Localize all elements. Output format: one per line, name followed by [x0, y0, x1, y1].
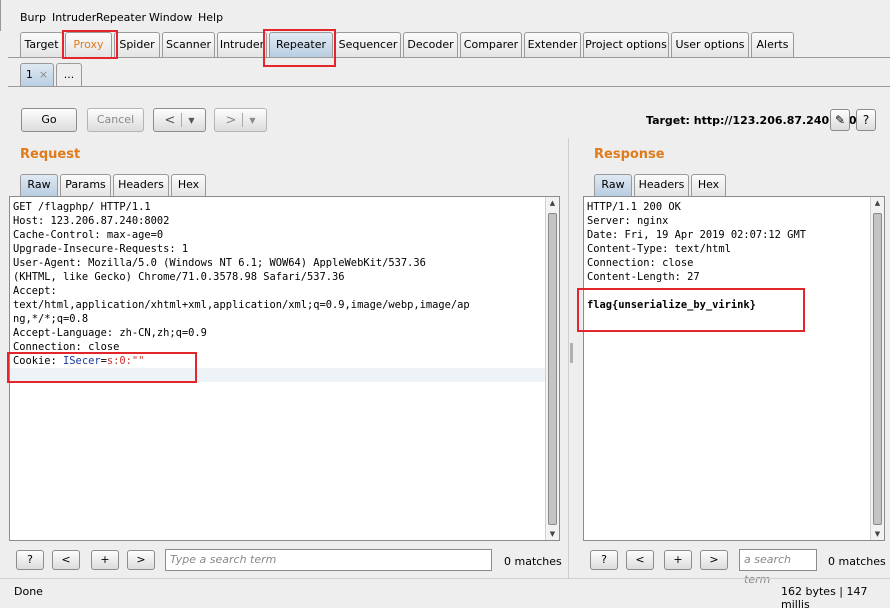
help-button[interactable]: ?	[856, 109, 876, 131]
cancel-button[interactable]: Cancel	[87, 108, 144, 132]
response-scrollbar[interactable]: ▲ ▼	[870, 197, 884, 540]
button-separator	[242, 113, 244, 127]
tab-decoder[interactable]: Decoder	[403, 32, 458, 57]
tab-alerts[interactable]: Alerts	[751, 32, 794, 57]
response-line: Connection: close	[587, 257, 694, 269]
dropdown-caret-icon: ▼	[188, 115, 195, 125]
request-line: Accept:	[13, 285, 57, 297]
tab-user-options[interactable]: User options	[671, 32, 749, 57]
request-title: Request	[20, 147, 81, 162]
menu-help[interactable]: Help	[198, 11, 223, 24]
dropdown-caret-icon: ▼	[249, 115, 256, 125]
panel-splitter[interactable]	[568, 138, 573, 578]
tab-divider	[8, 57, 890, 58]
back-button[interactable]: < ▼	[153, 108, 206, 132]
tab-scanner[interactable]: Scanner	[162, 32, 215, 57]
request-text: GET /flagphp/ HTTP/1.1 Host: 123.206.87.2…	[13, 200, 470, 368]
menu-repeater[interactable]: Repeater	[96, 11, 146, 24]
request-line: (KHTML, like Gecko) Chrome/71.0.3578.98 …	[13, 271, 345, 283]
response-search-next-button[interactable]: >	[700, 550, 728, 570]
subtab-divider	[8, 86, 890, 87]
menu-intruder[interactable]: Intruder	[52, 11, 96, 24]
response-line: HTTP/1.1 200 OK	[587, 201, 681, 213]
chevron-right-icon: >	[225, 112, 237, 128]
flag-highlight-box	[577, 288, 805, 332]
tab-intruder[interactable]: Intruder	[217, 32, 267, 57]
response-match-count: 0 matches	[828, 555, 886, 568]
tab-extender[interactable]: Extender	[524, 32, 581, 57]
request-search-next-button[interactable]: >	[127, 550, 155, 570]
response-line: Content-Length: 27	[587, 271, 700, 283]
tab-project-options[interactable]: Project options	[583, 32, 669, 57]
proxy-highlight-box	[62, 30, 118, 59]
forward-button[interactable]: > ▼	[214, 108, 267, 132]
request-line: text/html,application/xhtml+xml,applicat…	[13, 299, 470, 311]
response-search-help-button[interactable]: ?	[590, 550, 618, 570]
response-search-input[interactable]: a search term	[739, 549, 817, 586]
response-editor[interactable]: HTTP/1.1 200 OK Server: nginx Date: Fri, 1…	[583, 196, 885, 541]
scroll-thumb[interactable]	[873, 213, 882, 525]
request-line: GET /flagphp/ HTTP/1.1	[13, 201, 151, 213]
request-search-prev-button[interactable]: <	[52, 550, 80, 570]
response-title: Response	[594, 147, 665, 162]
request-tab-headers[interactable]: Headers	[113, 174, 169, 196]
request-line: ng,*/*;q=0.8	[13, 313, 89, 325]
new-tab-button[interactable]: ...	[56, 63, 82, 87]
button-separator	[181, 113, 183, 127]
request-line: Cache-Control: max-age=0	[13, 229, 164, 241]
response-tab-hex[interactable]: Hex	[691, 174, 726, 196]
menu-burp[interactable]: Burp	[20, 11, 46, 24]
cookie-highlight-box	[7, 352, 197, 383]
response-stats: 162 bytes | 147 millis	[781, 585, 868, 608]
tool-tab-bar: Target Proxy Spider Scanner Intruder Rep…	[0, 32, 890, 58]
status-text: Done	[14, 585, 43, 598]
edit-target-button[interactable]: ✎	[830, 109, 850, 131]
splitter-grip[interactable]	[570, 343, 573, 363]
response-tab-raw[interactable]: Raw	[594, 174, 632, 196]
tab-sequencer[interactable]: Sequencer	[335, 32, 401, 57]
go-button[interactable]: Go	[21, 108, 77, 132]
response-line: Content-Type: text/html	[587, 243, 731, 255]
menu-bar: Burp Intruder Repeater Window Help	[0, 0, 890, 31]
response-line: Server: nginx	[587, 215, 669, 227]
close-icon[interactable]: ×	[39, 68, 48, 81]
tab-spider[interactable]: Spider	[114, 32, 160, 57]
repeater-highlight-box	[263, 29, 336, 67]
scroll-up-icon[interactable]: ▲	[871, 199, 884, 207]
request-tab-raw[interactable]: Raw	[20, 174, 58, 196]
response-search-prev-button[interactable]: <	[626, 550, 654, 570]
scroll-thumb[interactable]	[548, 213, 557, 525]
request-search-input[interactable]: Type a search term	[165, 549, 492, 571]
scroll-down-icon[interactable]: ▼	[546, 530, 559, 538]
scroll-down-icon[interactable]: ▼	[871, 530, 884, 538]
menu-window[interactable]: Window	[149, 11, 192, 24]
request-match-count: 0 matches	[504, 555, 562, 568]
request-line: User-Agent: Mozilla/5.0 (Windows NT 6.1;…	[13, 257, 426, 269]
response-line: Date: Fri, 19 Apr 2019 02:07:12 GMT	[587, 229, 806, 241]
repeater-tab-label: 1	[25, 68, 33, 81]
scroll-up-icon[interactable]: ▲	[546, 199, 559, 207]
request-tab-hex[interactable]: Hex	[171, 174, 206, 196]
request-line: Host: 123.206.87.240:8002	[13, 215, 170, 227]
request-search-add-button[interactable]: +	[91, 550, 119, 570]
response-search-add-button[interactable]: +	[664, 550, 692, 570]
request-tab-params[interactable]: Params	[60, 174, 111, 196]
pencil-icon: ✎	[834, 113, 846, 127]
repeater-tab-1[interactable]: 1 ×	[20, 63, 54, 87]
request-search-help-button[interactable]: ?	[16, 550, 44, 570]
chevron-left-icon: <	[164, 112, 176, 128]
response-tab-headers[interactable]: Headers	[634, 174, 689, 196]
request-scrollbar[interactable]: ▲ ▼	[545, 197, 559, 540]
request-line: Accept-Language: zh-CN,zh;q=0.9	[13, 327, 207, 339]
request-line: Upgrade-Insecure-Requests: 1	[13, 243, 189, 255]
tab-target[interactable]: Target	[20, 32, 63, 57]
status-divider	[0, 578, 890, 579]
tab-comparer[interactable]: Comparer	[460, 32, 522, 57]
